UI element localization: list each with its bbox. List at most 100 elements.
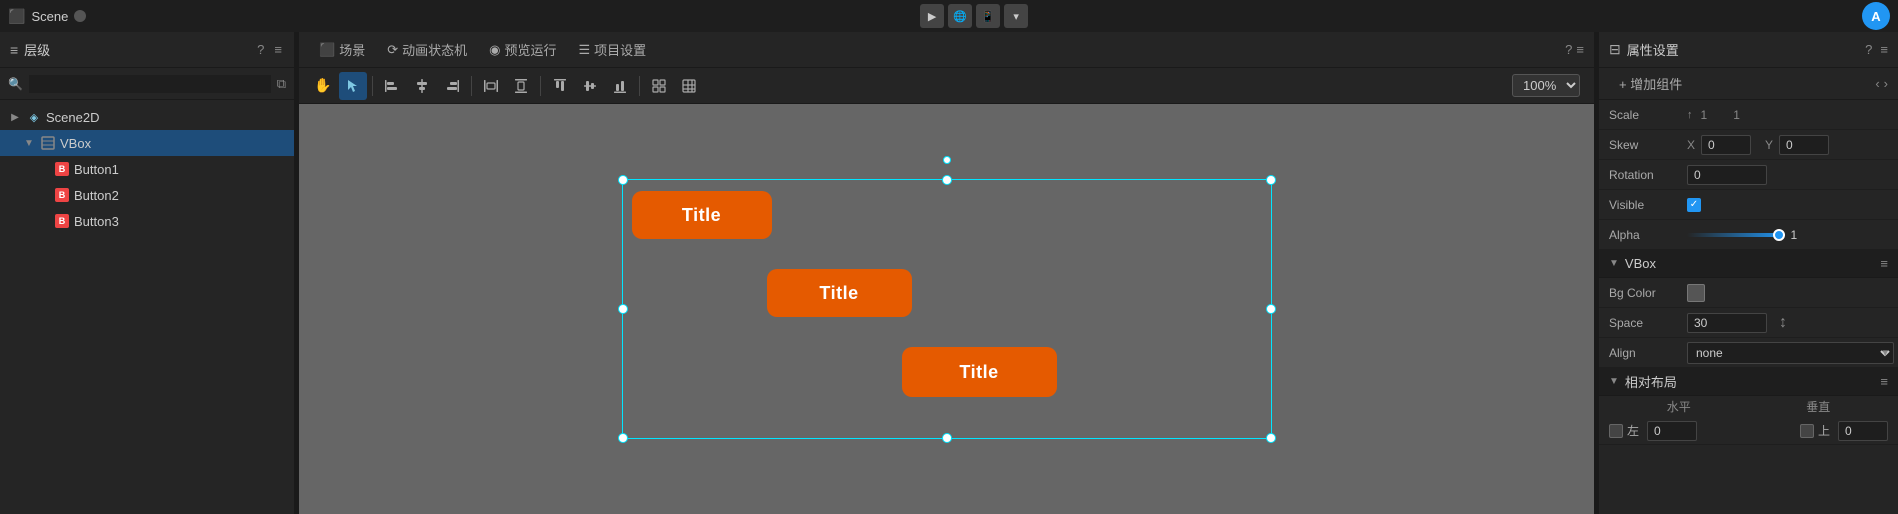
handle-top-left[interactable]	[618, 175, 628, 185]
handle-mid-left[interactable]	[618, 304, 628, 314]
rotation-input[interactable]	[1687, 165, 1767, 185]
layers-help-icon[interactable]: ?	[255, 40, 266, 59]
properties-panel-title-group: ⊟ 属性设置	[1609, 40, 1679, 59]
handle-bottom-mid[interactable]	[942, 433, 952, 443]
prop-row-visible: Visible ✓	[1599, 190, 1898, 220]
tree-item-button3[interactable]: B Button3	[0, 208, 294, 234]
tab-settings[interactable]: ☰ 项目设置	[568, 36, 656, 63]
canvas-button-2-label: Title	[819, 283, 858, 304]
button1-icon: B	[54, 161, 70, 177]
rl-vertical-label: 垂直	[1749, 398, 1889, 415]
tab-scene[interactable]: ⬛ 场景	[309, 36, 375, 63]
handle-rotation[interactable]	[943, 156, 951, 164]
animation-tab-icon: ⟳	[387, 42, 398, 58]
up-checkbox[interactable]	[1800, 424, 1814, 438]
vbox-section-menu[interactable]: ≡	[1880, 256, 1888, 271]
tree-item-scene2d[interactable]: ▶ ◈ Scene2D	[0, 104, 294, 130]
handle-bottom-right[interactable]	[1266, 433, 1276, 443]
skew-x-input[interactable]	[1701, 135, 1751, 155]
skew-label: Skew	[1609, 138, 1679, 152]
align-right-tool[interactable]	[438, 72, 466, 100]
button1-label: Button1	[74, 162, 119, 177]
alpha-thumb[interactable]	[1773, 229, 1785, 241]
align-vcenter-tool[interactable]	[576, 72, 604, 100]
scale-collapse-icon[interactable]: ↑	[1687, 109, 1693, 121]
skew-y-input[interactable]	[1779, 135, 1829, 155]
user-avatar[interactable]: A	[1862, 2, 1890, 30]
tab-animation[interactable]: ⟳ 动画状态机	[377, 36, 477, 63]
bgcolor-label: Bg Color	[1609, 286, 1679, 300]
relative-collapse-icon: ▼	[1609, 376, 1619, 387]
prev-arrow[interactable]: ‹	[1875, 76, 1879, 91]
left-checkbox[interactable]	[1609, 424, 1623, 438]
play-button[interactable]: ▶	[920, 4, 944, 28]
toolbar-menu-icon[interactable]: ≡	[1576, 42, 1584, 57]
relative-layout-labels: 水平 垂直	[1599, 396, 1898, 417]
alpha-slider[interactable]	[1687, 233, 1785, 237]
scene-dot	[74, 10, 86, 22]
next-arrow[interactable]: ›	[1884, 76, 1888, 91]
align-top-tool[interactable]	[546, 72, 574, 100]
layers-panel-title-group: ≡ 层级	[10, 40, 50, 59]
hand-tool[interactable]: ✋	[309, 72, 337, 100]
up-value-input[interactable]	[1838, 421, 1888, 441]
scale-label: Scale	[1609, 108, 1679, 122]
center-area: ⬛ 场景 ⟳ 动画状态机 ◉ 预览运行 ☰ 项目设置 ? ≡ ✋	[299, 32, 1594, 514]
align-bottom-tool[interactable]	[606, 72, 634, 100]
device-button[interactable]: 📱	[976, 4, 1000, 28]
canvas-button-2[interactable]: Title	[767, 269, 912, 317]
space-input[interactable]	[1687, 313, 1767, 333]
handle-bottom-left[interactable]	[618, 433, 628, 443]
relative-section-header[interactable]: ▼ 相对布局 ≡	[1599, 368, 1898, 396]
main-layout: ≡ 层级 ? ≡ 🔍 ⧉ ▶ ◈ Scene2D ▼	[0, 32, 1898, 514]
zoom-select[interactable]: 100% 50% 75% 150% 200%	[1512, 74, 1580, 97]
tree-item-button2[interactable]: B Button2	[0, 182, 294, 208]
canvas-content: Title Title Title	[622, 179, 1272, 439]
align-hcenter-tool[interactable]	[408, 72, 436, 100]
tree-arrow-scene2d: ▶	[8, 112, 22, 123]
vbox-section-header[interactable]: ▼ VBox ≡	[1599, 250, 1898, 278]
scale-y-label: 1	[1733, 108, 1740, 122]
settings-tab-label: 项目设置	[594, 40, 646, 59]
align-label: Align	[1609, 346, 1679, 360]
visible-checkbox[interactable]: ✓	[1687, 198, 1701, 212]
tree-item-button1[interactable]: B Button1	[0, 156, 294, 182]
layers-search-bar: 🔍 ⧉	[0, 68, 294, 100]
tool-sep-1	[372, 76, 373, 96]
properties-menu-icon[interactable]: ≡	[1880, 42, 1888, 57]
dist-h-tool[interactable]	[477, 72, 505, 100]
add-component-row: + 增加组件 ‹ ›	[1599, 68, 1898, 100]
settings-tab-icon: ☰	[578, 42, 590, 58]
align-left-tool[interactable]	[378, 72, 406, 100]
left-value-input[interactable]	[1647, 421, 1697, 441]
prop-row-alpha: Alpha 1	[1599, 220, 1898, 250]
layers-search-input[interactable]	[29, 75, 271, 93]
tab-preview[interactable]: ◉ 预览运行	[479, 36, 566, 63]
anchor-tool[interactable]	[645, 72, 673, 100]
tree-item-vbox[interactable]: ▼ VBox	[0, 130, 294, 156]
handle-mid-right[interactable]	[1266, 304, 1276, 314]
handle-top-mid[interactable]	[942, 175, 952, 185]
toolbar-help-icon[interactable]: ?	[1565, 42, 1572, 57]
add-component-button[interactable]: + 增加组件	[1609, 70, 1692, 97]
layers-menu-icon[interactable]: ≡	[272, 40, 284, 59]
canvas-button-3[interactable]: Title	[902, 347, 1057, 397]
copy-icon[interactable]: ⧉	[277, 76, 286, 92]
bgcolor-swatch[interactable]	[1687, 284, 1705, 302]
handle-top-right[interactable]	[1266, 175, 1276, 185]
align-select[interactable]: none left center right	[1687, 342, 1894, 364]
select-tool[interactable]	[339, 72, 367, 100]
relative-section-menu[interactable]: ≡	[1880, 374, 1888, 389]
dist-v-tool[interactable]	[507, 72, 535, 100]
vbox-collapse-icon: ▼	[1609, 258, 1619, 269]
scene2d-label: Scene2D	[46, 110, 99, 125]
grid-tool[interactable]	[675, 72, 703, 100]
canvas-button-1[interactable]: Title	[632, 191, 772, 239]
button3-icon: B	[54, 213, 70, 229]
properties-help-icon[interactable]: ?	[1865, 42, 1872, 57]
dropdown-button[interactable]: ▾	[1004, 4, 1028, 28]
canvas-viewport[interactable]: Title Title Title	[299, 104, 1594, 514]
scene-tab-icon: ⬛	[319, 42, 335, 58]
scene-title: Scene	[31, 9, 68, 24]
globe-button[interactable]: 🌐	[948, 4, 972, 28]
